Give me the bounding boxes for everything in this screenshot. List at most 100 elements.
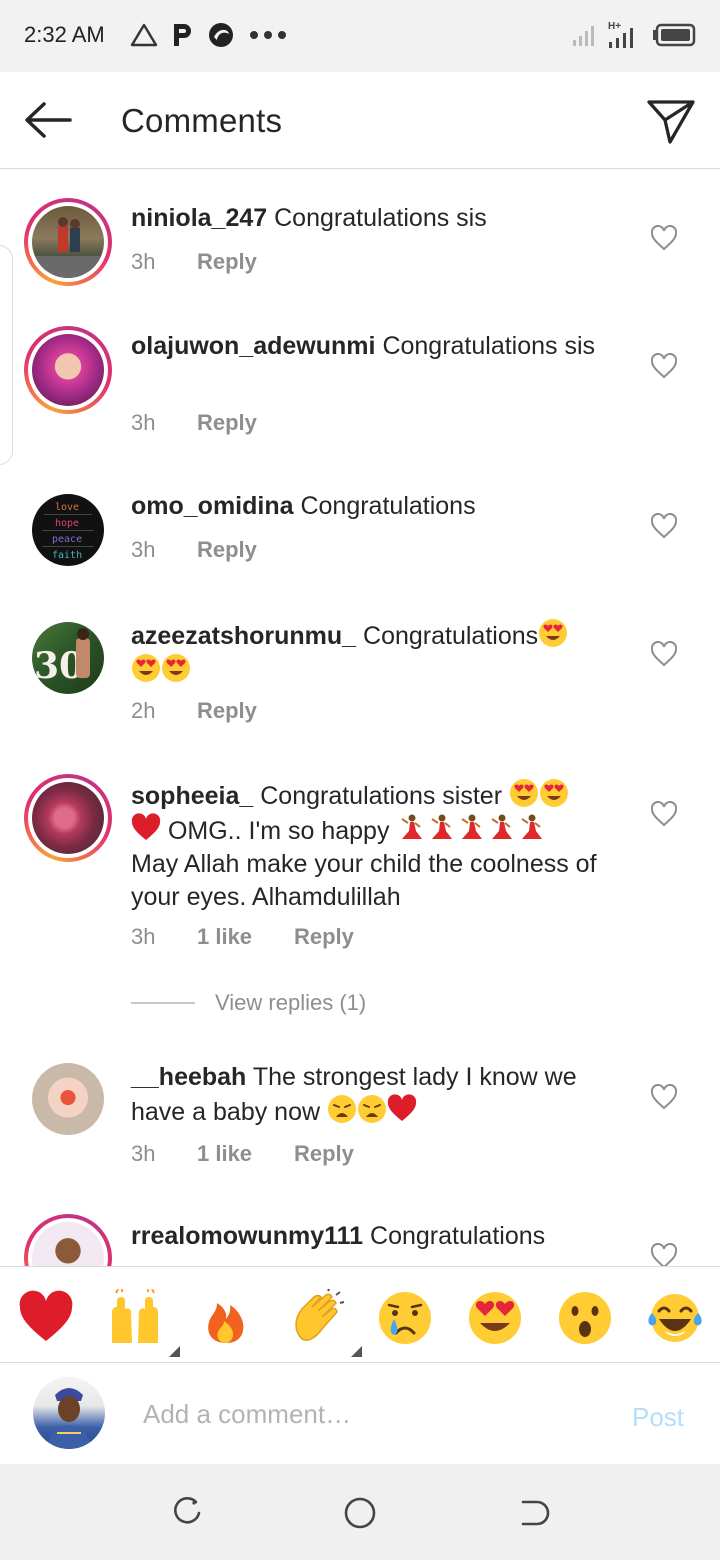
- reply-button[interactable]: Reply: [197, 410, 257, 436]
- comment-username[interactable]: omo_omidina: [131, 492, 294, 520]
- comment-meta: 2h Reply: [131, 698, 257, 724]
- comment-time: 3h: [131, 410, 156, 435]
- signal-icon: [573, 26, 594, 46]
- like-heart-icon[interactable]: [650, 353, 678, 379]
- comment-username[interactable]: niniola_247: [131, 204, 267, 232]
- dancer-emoji: [431, 814, 453, 839]
- comment-text: omo_omidina Congratulations: [131, 490, 611, 523]
- status-bar: 2:32 AM H+: [0, 0, 720, 72]
- clapping-hands-icon: [295, 1286, 345, 1341]
- heart-eyes-emoji: [539, 619, 568, 647]
- like-heart-icon[interactable]: [650, 641, 678, 667]
- comment-body-line3: May Allah make your child the coolness o…: [131, 850, 597, 911]
- comment-time: 3h: [131, 537, 156, 562]
- comment-meta: 3h Reply: [131, 249, 257, 275]
- emoji-crying-face-button[interactable]: [376, 1289, 434, 1347]
- avatar[interactable]: [24, 198, 112, 286]
- avatar[interactable]: [24, 1214, 112, 1266]
- heart-eyes-emoji: [539, 779, 568, 807]
- weary-face-emoji: [357, 1095, 386, 1123]
- reply-button[interactable]: Reply: [294, 1141, 354, 1167]
- swirl-icon: [209, 23, 233, 47]
- variant-indicator: [351, 1346, 362, 1357]
- avatar[interactable]: [24, 326, 112, 414]
- like-heart-icon[interactable]: [650, 1084, 678, 1110]
- comment-username[interactable]: rrealomowunmy111: [131, 1222, 363, 1250]
- comment-body: Congratulations sister: [260, 782, 503, 810]
- comment-username[interactable]: sopheeia_: [131, 782, 253, 810]
- comment-body: Congratulations: [300, 492, 476, 520]
- battery-icon: [653, 23, 696, 47]
- heart-eyes-icon: [469, 1292, 521, 1344]
- svg-text:peace: peace: [52, 534, 82, 545]
- home-button[interactable]: [343, 1496, 377, 1530]
- warning-triangle-icon: [130, 23, 158, 47]
- like-heart-icon[interactable]: [650, 1243, 678, 1266]
- reply-button[interactable]: Reply: [197, 249, 257, 275]
- like-count[interactable]: 1 like: [197, 1141, 294, 1167]
- add-comment-input[interactable]: [143, 1392, 603, 1436]
- dancer-emoji: [491, 814, 513, 839]
- emoji-tears-of-joy-button[interactable]: [646, 1289, 704, 1347]
- comment-text: azeezatshorunmu_ Congratulations: [131, 618, 611, 688]
- comment-composer: Post: [0, 1364, 720, 1464]
- comment-username[interactable]: azeezatshorunmu_: [131, 622, 356, 650]
- emoji-surprised-face-button[interactable]: [556, 1289, 614, 1347]
- avatar-photo: 30: [34, 628, 90, 687]
- comment-meta: 3h 1 like Reply: [131, 924, 354, 950]
- arrow-left-icon: [25, 102, 72, 138]
- raising-hands-icon: [112, 1288, 158, 1343]
- more-dots-icon: [250, 31, 286, 39]
- svg-text:hope: hope: [55, 518, 79, 529]
- reply-button[interactable]: Reply: [197, 537, 257, 563]
- surprised-face-icon: [559, 1292, 611, 1344]
- like-count[interactable]: 1 like: [197, 924, 294, 950]
- view-replies-toggle[interactable]: View replies (1): [131, 990, 366, 1016]
- share-button[interactable]: [646, 96, 696, 146]
- comment-body-line2: OMG.. I'm so happy: [167, 817, 390, 845]
- avatar-photo: [32, 217, 104, 278]
- paper-plane-icon: [647, 100, 695, 144]
- comment-body: Congratulations sis: [274, 204, 487, 232]
- post-button[interactable]: Post: [632, 1402, 684, 1433]
- emoji-raising-hands-button[interactable]: [106, 1288, 180, 1357]
- emoji-heart-eyes-button[interactable]: [466, 1289, 524, 1347]
- avatar[interactable]: love hope peace faith: [24, 486, 112, 574]
- page-title: Comments: [121, 102, 283, 139]
- crying-face-icon: [379, 1292, 431, 1344]
- reply-button[interactable]: Reply: [294, 924, 354, 950]
- comment-time: 2h: [131, 698, 156, 723]
- emoji-clapping-hands-button[interactable]: [288, 1286, 362, 1357]
- avatar[interactable]: [24, 1055, 112, 1143]
- weary-face-emoji: [327, 1095, 356, 1123]
- emoji-red-heart-button[interactable]: [17, 1289, 75, 1347]
- quick-emoji-bar: [0, 1266, 720, 1363]
- recent-apps-button[interactable]: [170, 1496, 204, 1530]
- comment-username[interactable]: olajuwon_adewunmi: [131, 332, 375, 360]
- tears-of-joy-icon: [648, 1294, 702, 1342]
- like-heart-icon[interactable]: [650, 801, 678, 827]
- avatar[interactable]: [24, 774, 112, 862]
- comment-text: sopheeia_ Congratulations sister OMG.. I…: [131, 778, 611, 914]
- dancer-emoji: [461, 814, 483, 839]
- reply-button[interactable]: Reply: [197, 698, 257, 724]
- back-button[interactable]: [22, 100, 74, 140]
- emoji-fire-button[interactable]: [197, 1289, 255, 1347]
- view-replies-label[interactable]: View replies (1): [215, 990, 366, 1016]
- avatar[interactable]: 30: [24, 614, 112, 702]
- heart-eyes-emoji: [509, 779, 538, 807]
- system-nav-bar: [0, 1464, 720, 1560]
- comments-header: Comments: [0, 72, 720, 169]
- nav-back-button[interactable]: [517, 1496, 551, 1530]
- comment-username[interactable]: __heebah: [131, 1063, 246, 1091]
- comments-list: niniola_247 Congratulations sis 3h Reply …: [0, 170, 720, 1266]
- comment-time: 3h: [131, 1141, 156, 1166]
- like-heart-icon[interactable]: [650, 513, 678, 539]
- red-heart-emoji: [387, 1094, 417, 1121]
- like-heart-icon[interactable]: [650, 225, 678, 251]
- comment-text: __heebah The strongest lady I know we ha…: [131, 1061, 611, 1129]
- comment-text: niniola_247 Congratulations sis: [131, 202, 611, 235]
- comment-meta: 3h Reply: [131, 410, 257, 436]
- p-icon: [174, 24, 191, 46]
- svg-text:faith: faith: [52, 550, 82, 561]
